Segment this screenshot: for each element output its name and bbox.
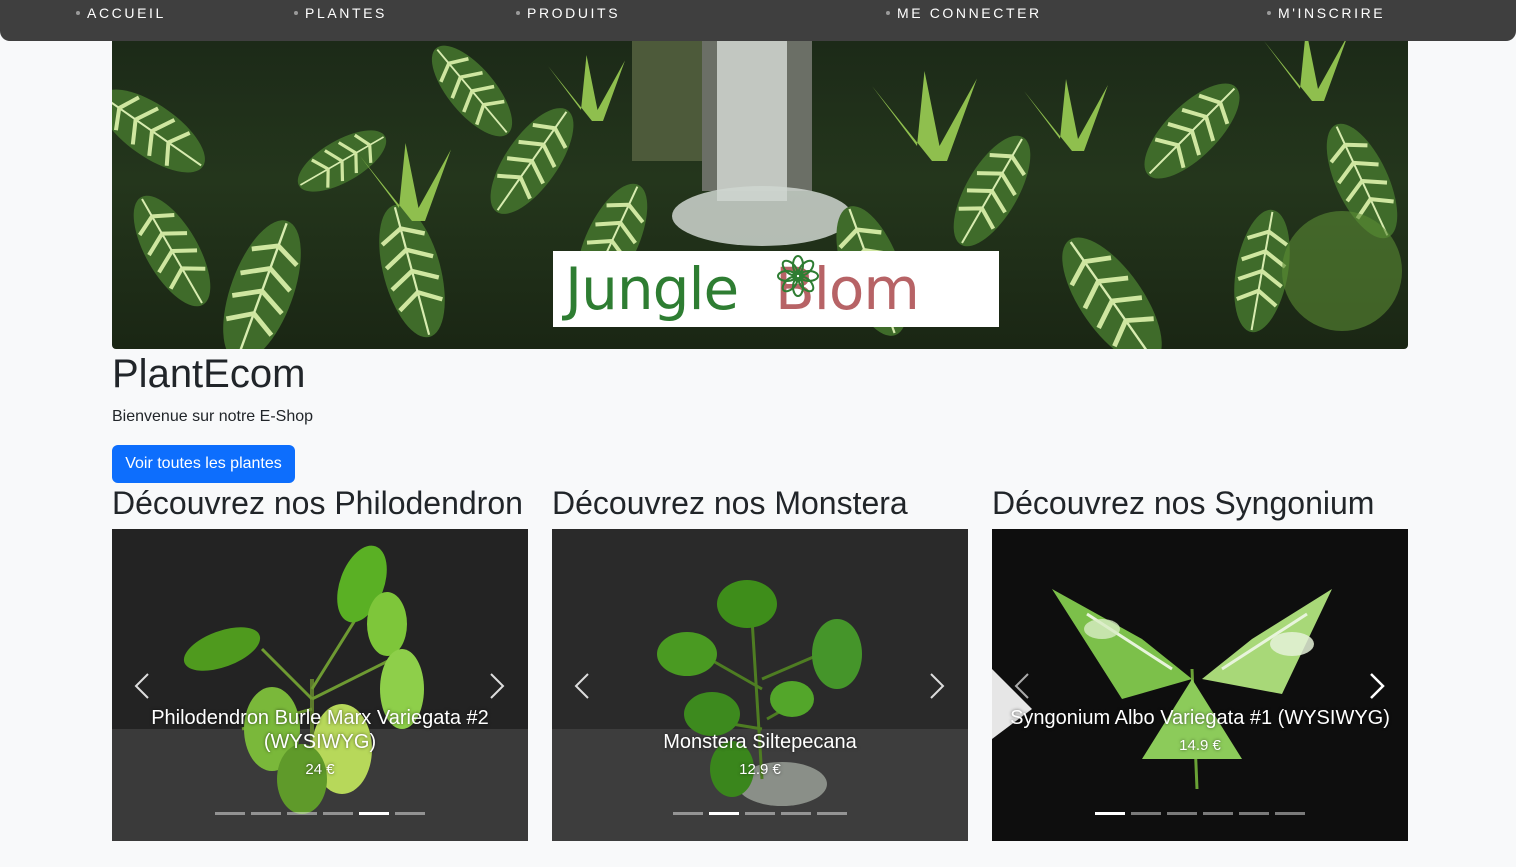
view-all-plants-button[interactable]: Voir toutes les plantes [112, 445, 295, 483]
carousel-indicators [673, 812, 847, 816]
nav-link-register[interactable]: M'INSCRIRE [1267, 5, 1385, 21]
page-subtitle: Bienvenue sur notre E-Shop [112, 408, 314, 425]
product-price: 14.9 € [1179, 737, 1221, 754]
bullet-icon [516, 11, 520, 15]
nav-link-label: PLANTES [305, 5, 387, 21]
carousel-indicator[interactable] [1131, 812, 1161, 815]
chevron-right-icon [1370, 673, 1385, 699]
carousel-prev-button[interactable] [122, 670, 162, 702]
carousel-indicator-active[interactable] [359, 812, 389, 815]
carousel-indicators [1095, 812, 1305, 816]
carousel-next-button[interactable] [917, 670, 957, 702]
chevron-right-icon [490, 673, 505, 699]
nav-link-login[interactable]: ME CONNECTER [886, 5, 1042, 21]
carousel-indicator[interactable] [1203, 812, 1233, 815]
nav-link-label: M'INSCRIRE [1278, 5, 1386, 21]
carousel-monstera[interactable]: Monstera Siltepecana 12.9 € [552, 529, 968, 841]
nav-link-plantes[interactable]: PLANTES [294, 5, 387, 21]
product-name: Philodendron Burle Marx Variegata #2 (WY… [151, 707, 489, 753]
carousel-indicator[interactable] [395, 812, 425, 815]
carousel-indicator-active[interactable] [709, 812, 739, 815]
nav-link-label: PRODUITS [527, 5, 621, 21]
jungle-bloom-logo: Jungle Bl om [553, 251, 999, 327]
logo-text-om: om [828, 255, 920, 323]
section-title-syngonium: Découvrez nos Syngonium [992, 485, 1375, 521]
carousel-indicator[interactable] [323, 812, 353, 815]
chevron-left-icon [574, 673, 589, 699]
section-title-monstera: Découvrez nos Monstera [552, 485, 908, 521]
carousel-indicator[interactable] [1239, 812, 1269, 815]
carousel-prev-button[interactable] [1002, 670, 1042, 702]
carousel-indicator[interactable] [781, 812, 811, 815]
carousel-indicator[interactable] [1167, 812, 1197, 815]
nav-link-produits[interactable]: PRODUITS [516, 5, 620, 21]
product-name: Monstera Siltepecana [663, 731, 857, 753]
logo-text-bloom: Bl om [775, 255, 920, 323]
carousel-syngonium[interactable]: Syngonium Albo Variegata #1 (WYSIWYG) 14… [992, 529, 1408, 841]
carousel-caption: Monstera Siltepecana 12.9 € [552, 730, 968, 780]
carousel-indicator[interactable] [1275, 812, 1305, 815]
carousel-caption: Philodendron Burle Marx Variegata #2 (WY… [112, 706, 528, 780]
carousel-philodendron[interactable]: Philodendron Burle Marx Variegata #2 (WY… [112, 529, 528, 841]
nav-link-label: ME CONNECTER [897, 5, 1042, 21]
chevron-left-icon [1014, 673, 1029, 699]
chevron-left-icon [134, 673, 149, 699]
logo-text-jungle: Jungle [565, 255, 739, 323]
carousel-indicator[interactable] [215, 812, 245, 815]
carousel-indicator[interactable] [673, 812, 703, 815]
bullet-icon [294, 11, 298, 15]
carousel-next-button[interactable] [477, 670, 517, 702]
plant-photo [552, 529, 968, 841]
top-navbar: ACCUEIL PLANTES PRODUITS ME CONNECTER M'… [0, 0, 1516, 41]
hero-banner: Jungle Bl om [112, 41, 1408, 349]
section-title-philodendron: Découvrez nos Philodendron [112, 485, 523, 521]
plant-photo [112, 529, 528, 841]
carousel-next-button[interactable] [1357, 670, 1397, 702]
plant-photo [992, 529, 1408, 841]
chevron-right-icon [930, 673, 945, 699]
carousel-caption: Syngonium Albo Variegata #1 (WYSIWYG) 14… [992, 706, 1408, 756]
carousel-indicator[interactable] [251, 812, 281, 815]
bullet-icon [1267, 11, 1271, 15]
carousel-indicator[interactable] [817, 812, 847, 815]
carousel-indicator[interactable] [745, 812, 775, 815]
bullet-icon [886, 11, 890, 15]
carousel-indicator-active[interactable] [1095, 812, 1125, 815]
page-title: PlantEcom [112, 352, 306, 396]
flower-icon [777, 255, 819, 297]
carousel-indicators [215, 812, 425, 816]
product-price: 24 € [305, 761, 335, 778]
carousel-prev-button[interactable] [562, 670, 602, 702]
nav-link-accueil[interactable]: ACCUEIL [76, 5, 166, 21]
bullet-icon [76, 11, 80, 15]
carousel-indicator[interactable] [287, 812, 317, 815]
nav-link-label: ACCUEIL [87, 5, 166, 21]
product-price: 12.9 € [739, 761, 781, 778]
product-name: Syngonium Albo Variegata #1 (WYSIWYG) [1010, 707, 1390, 729]
